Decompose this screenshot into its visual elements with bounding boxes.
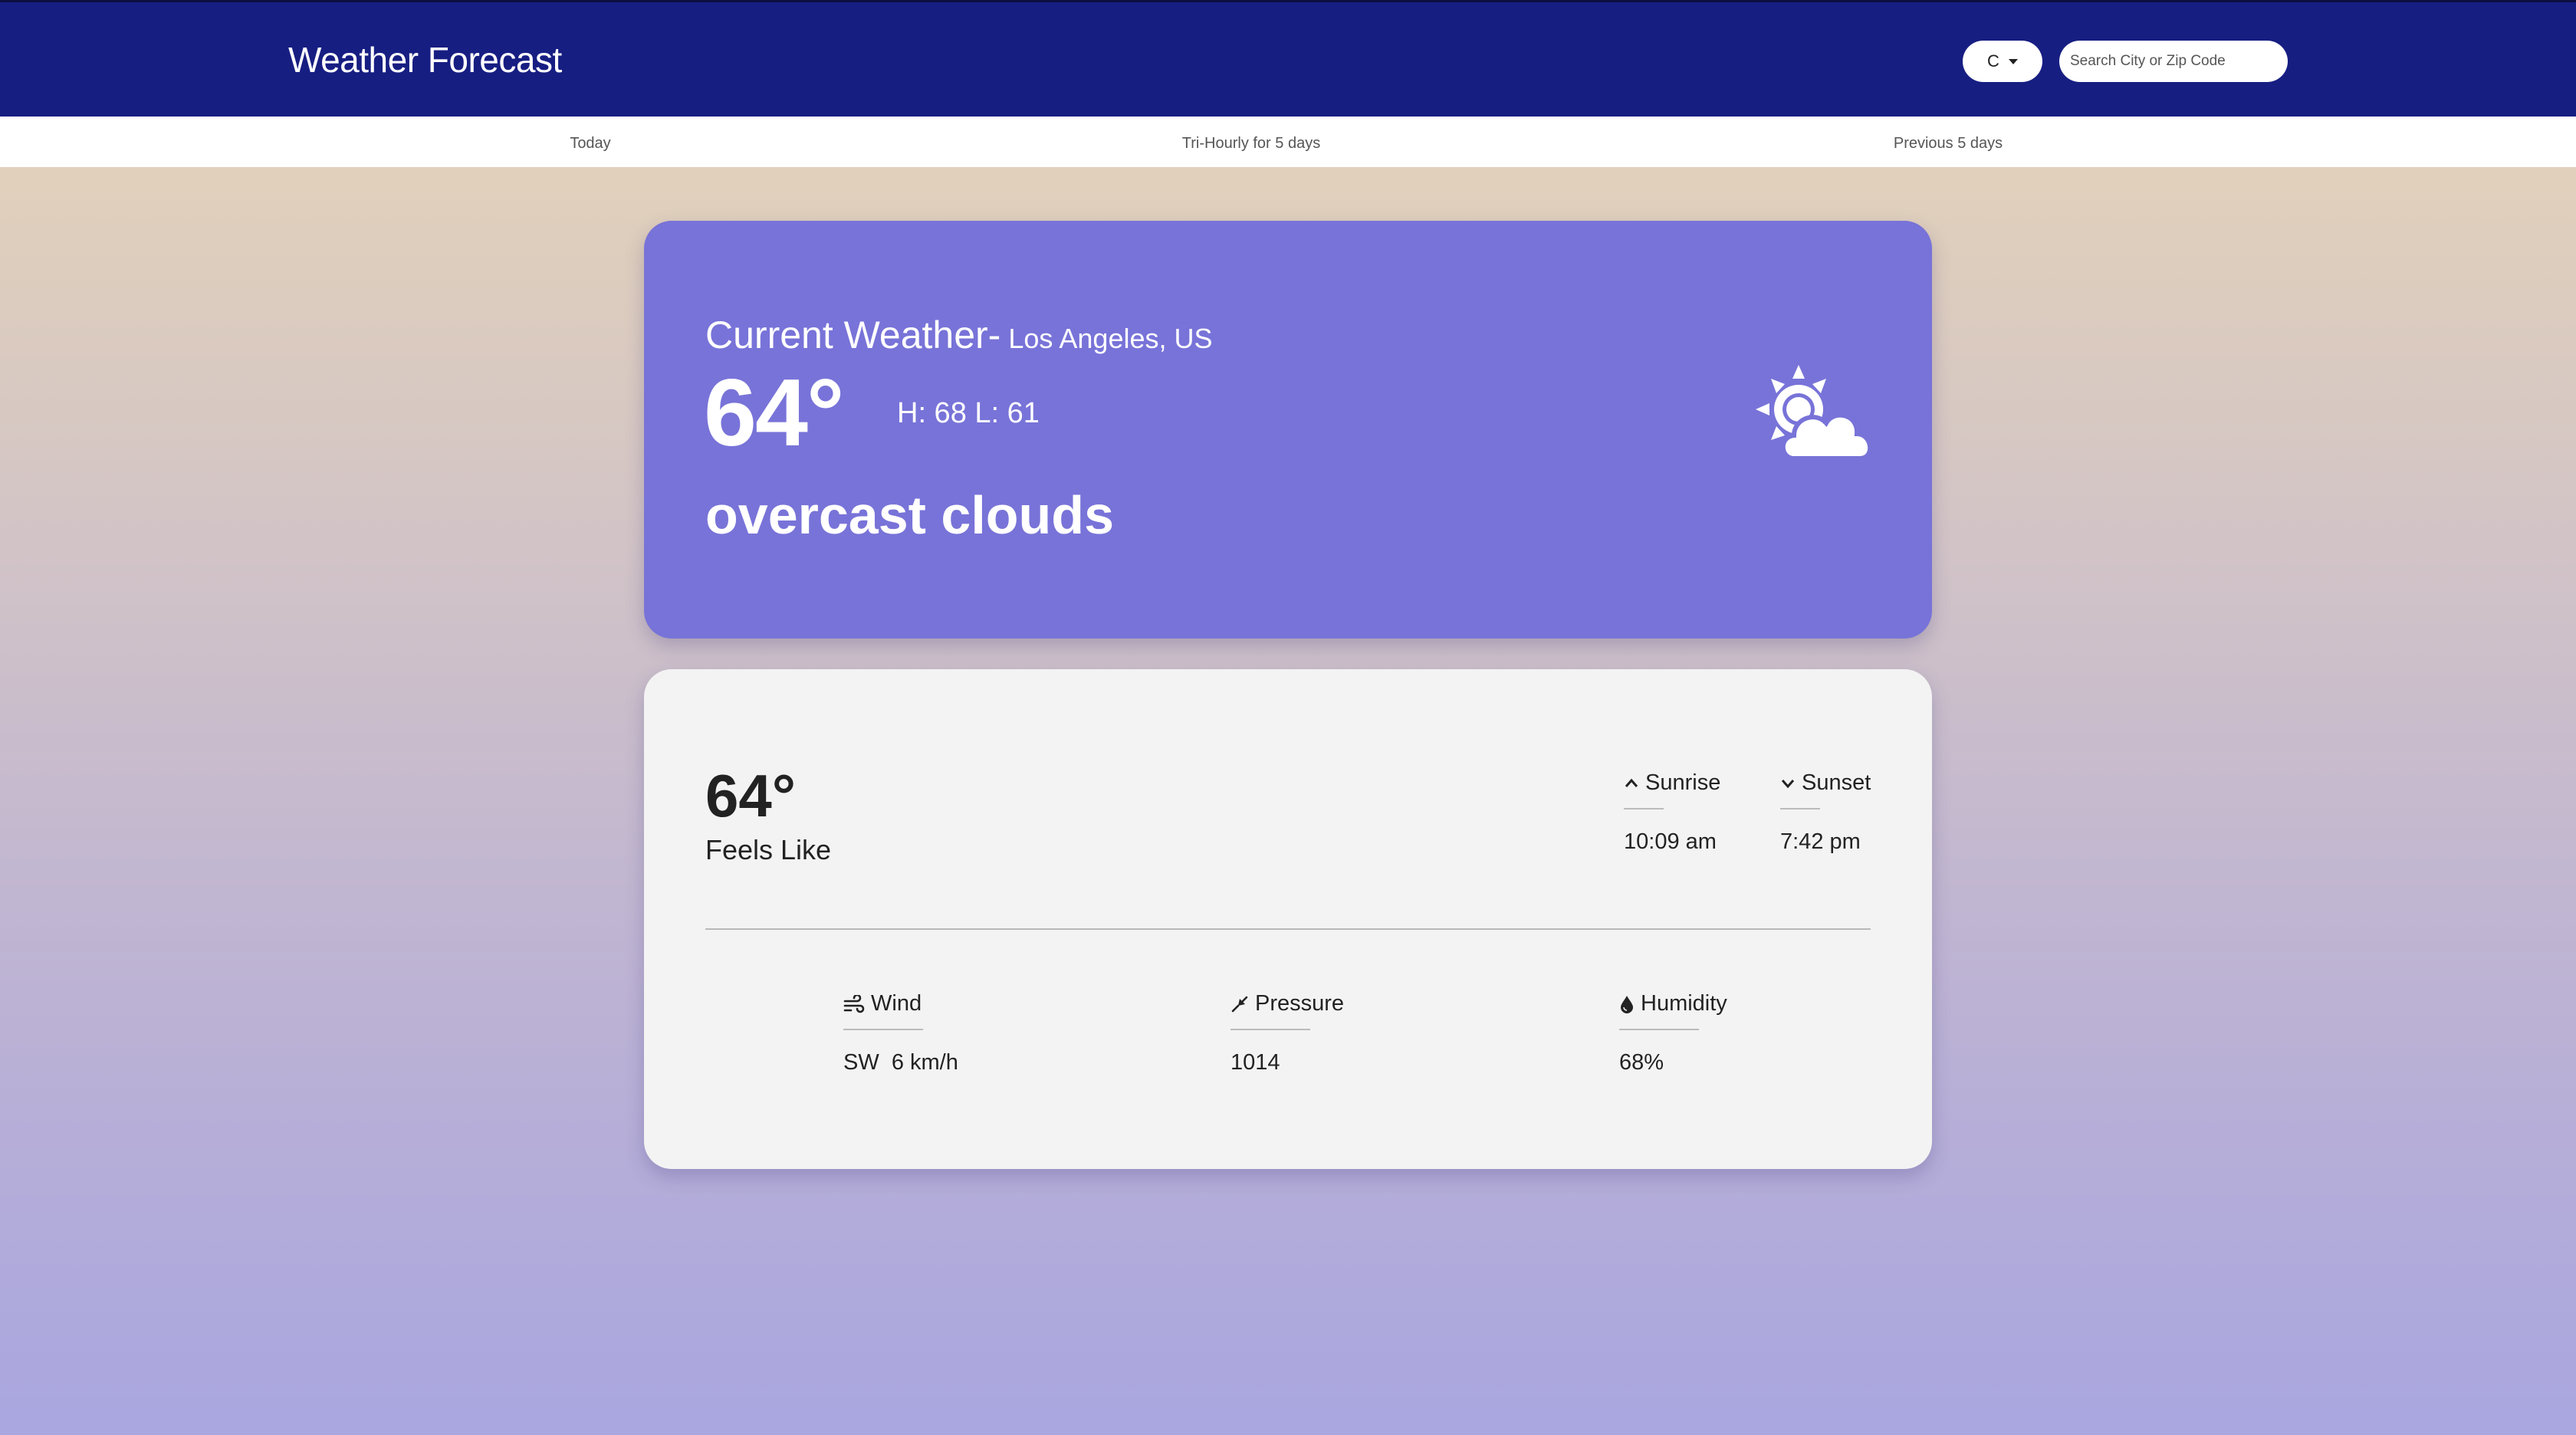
- wind-rule: [843, 1029, 923, 1030]
- high-low-temperature: H: 68 L: 61: [897, 397, 1040, 429]
- humidity-stat: Humidity 68%: [1619, 991, 1727, 1075]
- current-weather-heading: Current Weather- Los Angeles, US: [705, 313, 1213, 357]
- pressure-label: Pressure: [1255, 991, 1345, 1016]
- wind-label: Wind: [871, 991, 922, 1016]
- caret-down-icon: [2008, 58, 2018, 64]
- tab-tri-hourly[interactable]: Tri-Hourly for 5 days: [1182, 135, 1320, 153]
- pressure-value: 1014: [1230, 1050, 1280, 1075]
- feels-like-label: Feels Like: [705, 834, 832, 865]
- sunrise-label: Sunrise: [1645, 770, 1721, 795]
- wind-value: SW 6 km/h: [843, 1050, 958, 1075]
- top-navbar: Weather Forecast C: [0, 0, 2576, 117]
- pressure-stat: Pressure 1014: [1230, 991, 1344, 1075]
- sunrise-rule: [1624, 808, 1664, 809]
- pressure-rule: [1230, 1029, 1310, 1030]
- wind-direction: SW: [843, 1050, 879, 1075]
- droplet-icon: [1621, 995, 1633, 1013]
- sunrise-time: 10:09 am: [1624, 829, 1717, 854]
- forecast-tabs: Today Tri-Hourly for 5 days Previous 5 d…: [0, 117, 2576, 167]
- humidity-value: 68%: [1619, 1050, 1664, 1075]
- wind-stat: Wind SW 6 km/h: [843, 991, 958, 1075]
- search-input[interactable]: [2059, 41, 2288, 82]
- current-temperature: 64°: [704, 360, 845, 466]
- tab-previous-days[interactable]: Previous 5 days: [1894, 135, 2003, 153]
- sunset-rule: [1780, 808, 1820, 809]
- feels-like-temperature: 64°: [705, 762, 796, 829]
- details-divider: [705, 928, 1871, 930]
- humidity-rule: [1619, 1029, 1699, 1030]
- location-label: Los Angeles, US: [1008, 323, 1213, 354]
- unit-dropdown-label: C: [1987, 51, 1999, 71]
- weather-details-card: 64° Feels Like Sunrise 10:09 am Sunset 7…: [644, 669, 1932, 1169]
- sunset-stat: Sunset 7:42 pm: [1780, 770, 1871, 855]
- chevron-down-icon: [1781, 779, 1795, 788]
- humidity-label: Humidity: [1641, 991, 1727, 1016]
- weather-description: overcast clouds: [705, 485, 1114, 545]
- wind-icon: [843, 994, 865, 1013]
- compress-icon: [1231, 996, 1248, 1012]
- chevron-up-icon: [1625, 778, 1638, 787]
- app-title[interactable]: Weather Forecast: [288, 39, 562, 80]
- sunset-time: 7:42 pm: [1780, 829, 1861, 854]
- partly-cloudy-icon: [1756, 365, 1873, 461]
- tab-today[interactable]: Today: [570, 135, 610, 153]
- wind-speed: 6 km/h: [891, 1050, 958, 1075]
- sunrise-stat: Sunrise 10:09 am: [1624, 770, 1720, 855]
- unit-dropdown[interactable]: C: [1963, 41, 2042, 82]
- sunset-label: Sunset: [1802, 770, 1871, 795]
- current-weather-card: Current Weather- Los Angeles, US 64° H: 6…: [644, 221, 1932, 639]
- current-weather-label: Current Weather-: [705, 314, 1001, 356]
